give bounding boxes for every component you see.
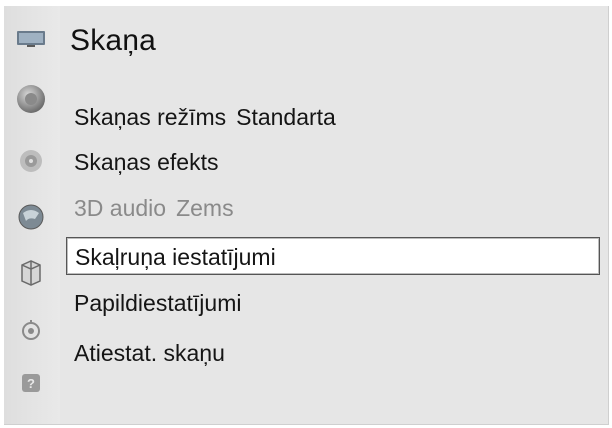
menu-item-3d-audio: 3D audio Zems [66, 189, 600, 227]
menu-item-value: Zems [176, 195, 234, 221]
menu-item-label: Papildiestatījumi [74, 290, 242, 316]
menu-item-value: Standarta [236, 104, 336, 130]
help-icon[interactable]: ? [16, 368, 46, 398]
sound-icon[interactable] [16, 84, 46, 114]
settings-panel: ? Skaņa Skaņas režīms Standarta Skaņas ef… [4, 6, 609, 425]
menu-item-reset-sound[interactable]: Atiestat. skaņu [66, 334, 600, 372]
channel-icon[interactable] [16, 146, 46, 176]
menu-item-speaker-settings[interactable]: Skaļruņa iestatījumi [66, 237, 600, 275]
network-icon[interactable] [16, 202, 46, 232]
menu-item-label: Atiestat. skaņu [74, 340, 225, 366]
system-icon[interactable] [16, 258, 46, 288]
menu-item-label: Skaņas režīms [74, 104, 227, 130]
picture-icon[interactable] [16, 24, 46, 54]
menu-item-label: Skaļruņa iestatījumi [75, 244, 276, 270]
support-icon[interactable] [16, 316, 46, 346]
menu-item-sound-effect[interactable]: Skaņas efekts [66, 143, 600, 181]
menu-item-label: Skaņas efekts [74, 149, 219, 175]
category-sidebar: ? [4, 6, 60, 424]
menu-item-additional-settings[interactable]: Papildiestatījumi [66, 284, 600, 322]
menu-item-sound-mode[interactable]: Skaņas režīms Standarta [66, 98, 600, 136]
menu-title: Skaņa [70, 24, 157, 57]
menu-item-label: 3D audio [74, 195, 167, 221]
svg-text:?: ? [27, 376, 35, 391]
